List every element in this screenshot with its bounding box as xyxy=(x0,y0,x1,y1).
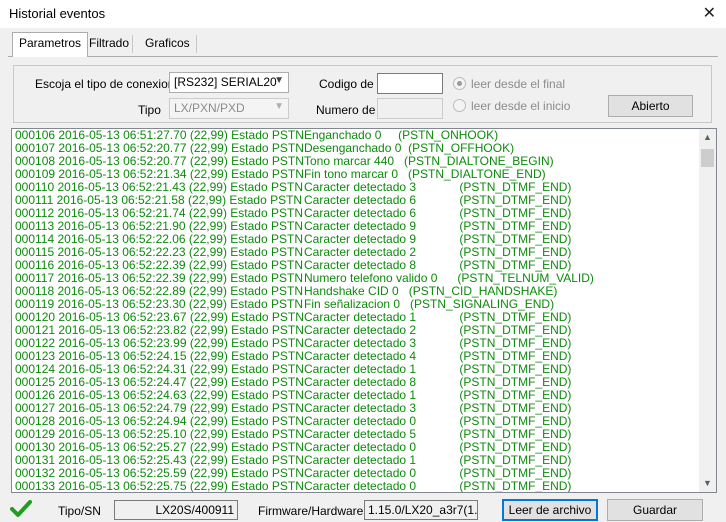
connection-type-select[interactable]: [RS232] SERIAL20 ▼ xyxy=(169,72,289,93)
chevron-down-icon: ▼ xyxy=(274,75,284,86)
firmware-label: Firmware/Hardware xyxy=(258,504,364,518)
close-icon[interactable]: ✕ xyxy=(703,3,716,23)
tab-parametros[interactable]: Parametros xyxy=(12,32,89,57)
numero-input[interactable] xyxy=(377,98,443,119)
tab-filtrado[interactable]: Filtrado xyxy=(83,33,135,55)
tipo-value: LX/PXN/PXD xyxy=(174,101,245,115)
read-from-end-label: leer desde el final xyxy=(471,77,566,91)
read-from-end-radio[interactable] xyxy=(453,77,466,90)
tab-graficos[interactable]: Graficos xyxy=(139,33,196,55)
read-file-button[interactable]: Leer de archivo xyxy=(502,499,598,521)
tab-divider xyxy=(132,35,133,53)
log-row-event: Caracter detectado 0 (PSTN_DTMF_END) xyxy=(304,479,572,493)
log-row[interactable]: 000133 2016-05-13 06:52:25.75 (22,99) Es… xyxy=(15,480,697,493)
chevron-down-icon[interactable]: ▼ xyxy=(699,475,716,492)
codigo-label: Codigo de xyxy=(319,77,374,91)
event-log-rows: 000106 2016-05-13 06:51:27.70 (22,99) Es… xyxy=(15,129,697,493)
window-title: Historial eventos xyxy=(9,6,106,21)
read-from-start-radio[interactable] xyxy=(453,99,466,112)
read-from-start-label: leer desde el inicio xyxy=(471,99,571,113)
codigo-input[interactable] xyxy=(377,73,443,94)
chevron-up-icon[interactable]: ▲ xyxy=(699,129,716,146)
connection-type-label: Escoja el tipo de conexion xyxy=(35,77,175,91)
log-scrollbar[interactable]: ▲ ▼ xyxy=(699,129,716,492)
event-log[interactable]: 000106 2016-05-13 06:51:27.70 (22,99) Es… xyxy=(11,128,717,493)
tab-divider xyxy=(196,35,197,53)
tipo-sn-field: LX20S/400911 xyxy=(114,500,238,520)
tipo-sn-label: Tipo/SN xyxy=(58,504,101,518)
scrollbar-thumb[interactable] xyxy=(701,149,714,167)
title-bar: Historial eventos ✕ xyxy=(0,0,726,28)
tab-panel-border xyxy=(8,56,718,57)
connection-type-value: [RS232] SERIAL20 xyxy=(174,75,277,89)
firmware-field: 1.15.0/LX20_a3r7(1.3. xyxy=(364,500,478,520)
checkmark-icon xyxy=(10,500,32,517)
chevron-down-icon: ▼ xyxy=(274,101,284,112)
tipo-select[interactable]: LX/PXN/PXD ▼ xyxy=(169,98,289,119)
save-button[interactable]: Guardar xyxy=(607,499,703,521)
numero-label: Numero de xyxy=(316,103,376,117)
open-button[interactable]: Abierto xyxy=(608,95,693,117)
log-row-text: 000133 2016-05-13 06:52:25.75 (22,99) Es… xyxy=(15,479,304,493)
tipo-label: Tipo xyxy=(138,103,161,117)
